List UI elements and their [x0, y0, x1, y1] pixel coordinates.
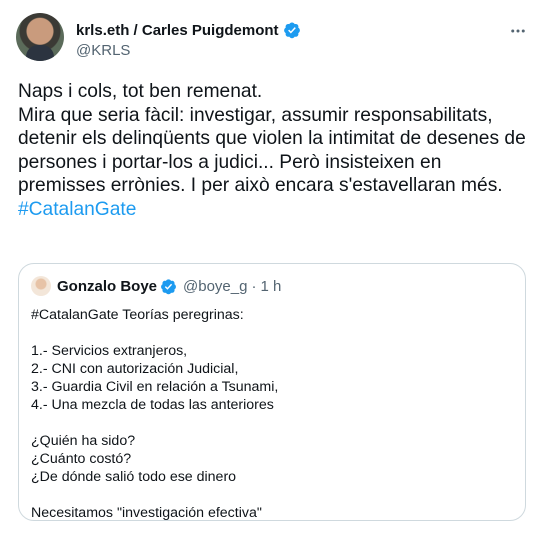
quoted-line: 3.- Guardia Civil en relación a Tsunami,: [31, 379, 279, 395]
quoted-line: 4.- Una mezcla de todas las anteriores: [31, 397, 274, 413]
quoted-line: ¿Quién ha sido?: [31, 433, 136, 449]
hashtag-link[interactable]: #CatalanGate: [18, 198, 533, 222]
author-handle[interactable]: @KRLS: [76, 42, 301, 59]
quoted-author-name: Gonzalo Boye: [57, 277, 158, 295]
author-name-row: krls.eth / Carles Puigdemont: [76, 20, 301, 40]
quoted-timestamp[interactable]: 1 h: [260, 278, 281, 295]
quoted-line: [31, 324, 511, 342]
quoted-line: ¿Cuánto costó?: [31, 451, 132, 467]
quoted-line: #CatalanGate Teorías peregrinas:: [31, 307, 244, 323]
verified-badge-icon: [161, 278, 176, 294]
quoted-tweet-body: #CatalanGate Teorías peregrinas: 1.- Ser…: [31, 306, 511, 522]
quoted-line: 2.- CNI con autorización Judicial,: [31, 361, 239, 377]
quoted-tweet[interactable]: Gonzalo Boye @boye_g · 1 h #CatalanGate …: [18, 263, 526, 521]
quoted-line: [31, 486, 511, 504]
more-options-icon[interactable]: [509, 22, 527, 40]
author-display-name[interactable]: krls.eth / Carles Puigdemont: [76, 22, 279, 39]
verified-badge-icon: [283, 22, 300, 39]
tweet-text: Naps i cols, tot ben remenat. Mira que s…: [18, 80, 533, 221]
quoted-tweet-header: Gonzalo Boye @boye_g · 1 h: [31, 276, 281, 296]
author-info: krls.eth / Carles Puigdemont @KRLS: [76, 20, 301, 59]
quoted-line: Necesitamos "investigación efectiva": [31, 505, 262, 521]
quoted-author-avatar: [31, 276, 51, 296]
author-avatar[interactable]: [16, 13, 64, 61]
quoted-line: [31, 414, 511, 432]
tweet: krls.eth / Carles Puigdemont @KRLS Naps …: [0, 0, 541, 536]
quoted-line: ¿De dónde salió todo ese dinero: [31, 469, 237, 485]
quoted-author-handle: @boye_g: [183, 277, 248, 295]
quoted-line: 1.- Servicios extranjeros,: [31, 343, 188, 359]
tweet-body: Naps i cols, tot ben remenat. Mira que s…: [18, 81, 526, 196]
separator-dot: ·: [251, 277, 257, 295]
